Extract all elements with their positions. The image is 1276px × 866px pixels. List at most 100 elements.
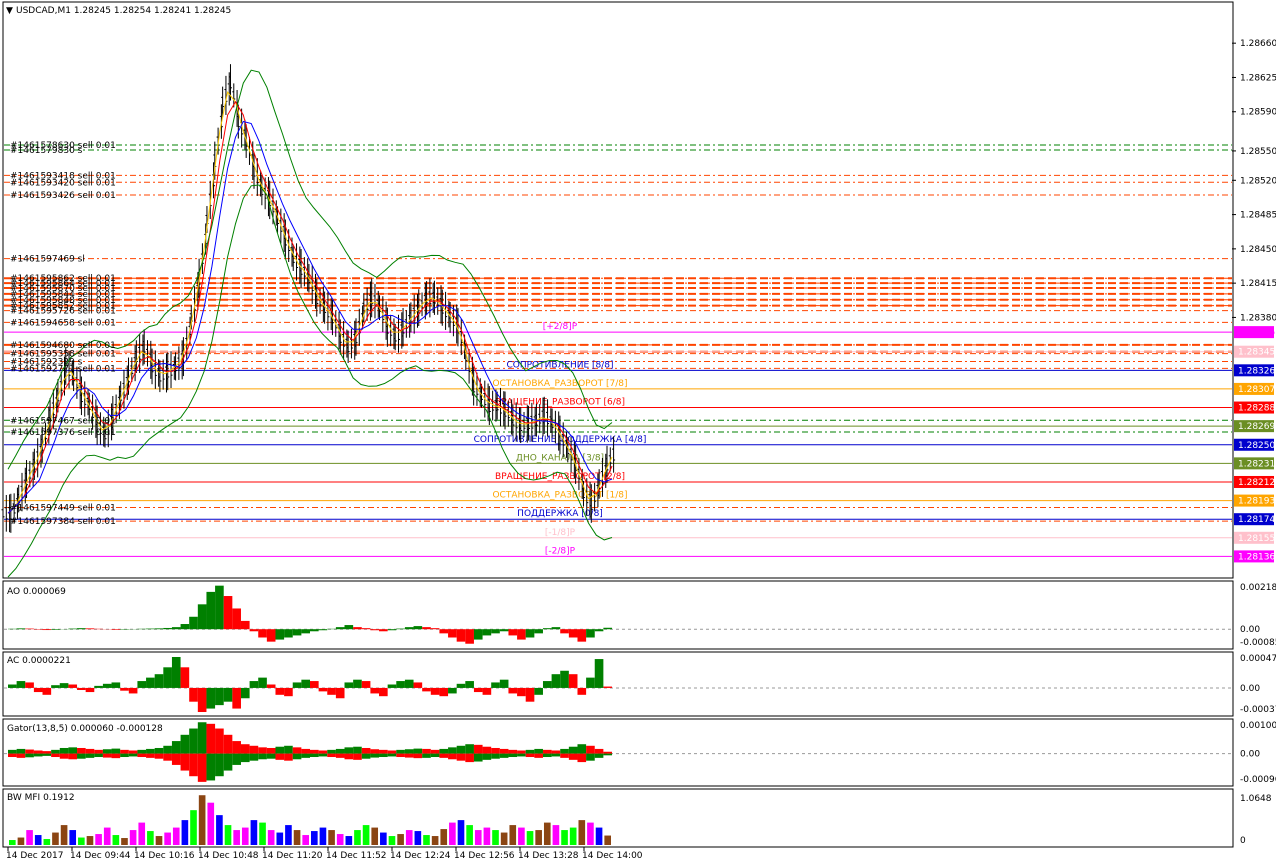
gator-bar-down (318, 753, 328, 757)
order-label: #1461597384 sell 0.01 (10, 517, 116, 527)
ao-bar (292, 629, 302, 636)
order-label: #1461597469 sl (10, 255, 85, 265)
gator-bar-down (594, 753, 604, 758)
gator-bar-down (491, 753, 500, 759)
ao-bar (473, 629, 483, 640)
ao-bar (370, 629, 380, 631)
gator-bar-down (284, 753, 293, 761)
mfi-bar (595, 827, 603, 845)
ac-title: AC 0.0000221 (7, 656, 71, 666)
gator-bar-down (25, 753, 34, 758)
chart-menu-arrow-icon[interactable]: ▼ (6, 6, 13, 16)
mfi-bar (207, 802, 215, 845)
gator-bar-up (551, 750, 561, 754)
gator-bar-up (94, 749, 103, 754)
gator-bar-up (327, 749, 336, 754)
murrey-price-value: 1.28250 (1238, 441, 1275, 451)
ao-bar (534, 629, 543, 634)
gator-bar-up (8, 749, 17, 754)
x-tick-label: 14 Dec 11:52 (326, 851, 387, 861)
gator-bar-up (430, 749, 440, 754)
gator-bar-down (344, 753, 354, 760)
gator-bar-up (560, 748, 569, 754)
gator-bar-up (77, 747, 86, 754)
mfi-bar (164, 832, 171, 845)
ao-tick-label: 0.00218 (1240, 583, 1276, 593)
gator-bar-down (465, 753, 474, 763)
ac-bar (42, 687, 52, 695)
gator-bar-down (525, 753, 535, 758)
ao-bar (51, 629, 60, 630)
ac-bar (430, 687, 440, 695)
mfi-bar (285, 825, 292, 845)
ac-bar (491, 682, 500, 688)
ao-bar (85, 628, 95, 630)
gator-bar-up (42, 751, 52, 754)
murrey-price-value: 1.28365 (1238, 328, 1275, 338)
mfi-tick-label: 0 (1240, 836, 1246, 846)
mfi-bar (181, 820, 189, 845)
ac-bar (508, 687, 518, 694)
x-tick-label: 14 Dec 10:16 (134, 851, 195, 861)
gator-bar-up (33, 750, 43, 754)
gator-bar-down (8, 753, 17, 758)
gator-bar-down (85, 753, 95, 758)
ao-bar (146, 628, 155, 630)
gator-bar-up (128, 750, 138, 754)
ac-bar (404, 679, 414, 688)
ao-bar (42, 629, 52, 631)
order-label: #1461597467 sell 0.01 (10, 416, 116, 426)
gator-bar-up (146, 748, 155, 754)
ac-bar (232, 687, 241, 709)
ac-tick-label: 0.000479 (1240, 654, 1276, 664)
ac-bar (448, 687, 457, 694)
ac-bar (197, 687, 207, 713)
ao-bar (499, 629, 509, 632)
ao-bar (465, 629, 474, 644)
ao-bar (16, 628, 26, 630)
gator-bar-down (163, 753, 172, 761)
murrey-price-value: 1.28155 (1238, 534, 1275, 544)
ac-bar (413, 682, 423, 688)
gator-title: Gator(13,8,5) 0.000060 -0.000128 (7, 724, 163, 734)
murrey-price-value: 1.28326 (1238, 366, 1275, 376)
ac-bar (85, 687, 95, 693)
mfi-bar (380, 832, 387, 845)
gator-bar-down (542, 753, 552, 758)
ac-bar (327, 687, 336, 695)
y-tick-label: 1.28550 (1240, 147, 1276, 157)
mfi-bar (457, 820, 465, 845)
mfi-bar (138, 822, 146, 845)
ac-bar (422, 687, 431, 692)
ao-bar (232, 608, 241, 630)
main-title: USDCAD,M1 1.28245 1.28254 1.28241 1.2824… (16, 6, 231, 16)
gator-bar-up (266, 747, 276, 754)
mfi-bar (449, 822, 456, 845)
gator-bar-up (413, 748, 423, 754)
ao-bar (335, 627, 345, 630)
gator-bar-up (568, 746, 578, 754)
gator-bar-up (111, 748, 121, 754)
gator-bar-down (249, 753, 259, 761)
mfi-bar (69, 830, 77, 845)
gator-bar-up (154, 747, 164, 754)
x-tick-label: 14 Dec 09:44 (70, 851, 131, 861)
ac-bar (525, 687, 535, 702)
gator-bar-up (189, 728, 198, 754)
gator-bar-down (473, 753, 483, 762)
gator-bar-down (258, 753, 267, 760)
ac-bar (465, 681, 474, 688)
gator-bar-down (422, 753, 431, 758)
ao-bar (396, 628, 405, 630)
order-label: #1461593420 sell 0.01 (10, 178, 116, 188)
y-tick-label: 1.28520 (1240, 176, 1276, 186)
mfi-bar (112, 835, 120, 845)
murrey-price-value: 1.28174 (1238, 515, 1275, 525)
gator-bar-down (335, 753, 345, 758)
gator-bar-down (396, 753, 405, 758)
gator-bar-up (137, 749, 147, 754)
ac-bar (171, 656, 181, 688)
gator-bar-up (223, 734, 233, 754)
gator-bar-up (439, 748, 449, 754)
gator-bar-down (42, 753, 52, 756)
